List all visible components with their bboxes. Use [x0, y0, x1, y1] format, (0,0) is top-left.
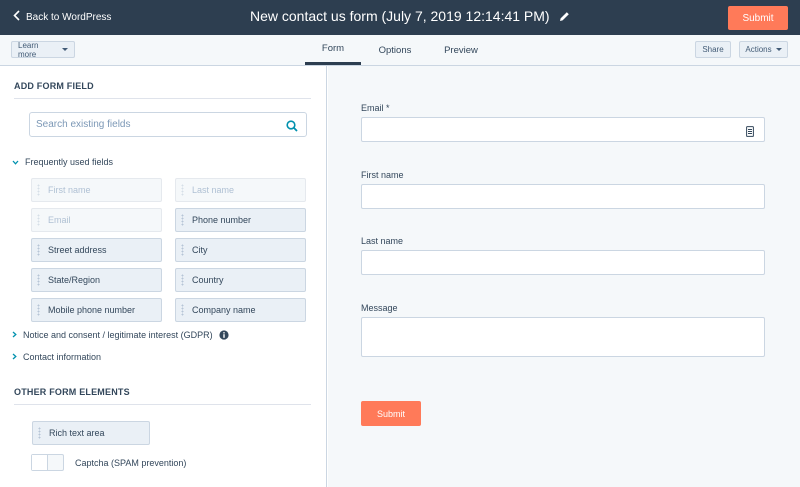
frequently-used-fields-toggle[interactable]: Frequently used fields	[12, 157, 113, 167]
info-icon[interactable]	[218, 330, 229, 340]
field-country[interactable]: Country	[175, 268, 306, 292]
message-field[interactable]	[361, 317, 765, 357]
field-city[interactable]: City	[175, 238, 306, 262]
captcha-toggle[interactable]	[31, 454, 64, 471]
tab-form-label: Form	[321, 43, 345, 54]
drag-handle-icon	[37, 244, 40, 256]
caret-down-icon	[62, 48, 68, 51]
field-label: Company name	[192, 305, 256, 315]
drag-handle-icon	[181, 304, 184, 316]
drag-handle-icon	[37, 214, 40, 226]
learn-more-label: Learn more	[18, 40, 39, 59]
field-phone-number[interactable]: Phone number	[175, 208, 306, 232]
tab-options[interactable]: Options	[366, 35, 424, 65]
field-last-name: Last name	[175, 178, 306, 202]
drag-handle-icon	[38, 427, 41, 439]
search-field-box	[29, 112, 307, 137]
first-name-label: First name	[361, 170, 404, 180]
toggle-knob	[32, 455, 48, 470]
drag-handle-icon	[181, 244, 184, 256]
contact-card-icon	[746, 124, 754, 142]
gdpr-group-toggle[interactable]: Notice and consent / legitimate interest…	[12, 330, 229, 340]
other-form-elements-heading: OTHER FORM ELEMENTS	[14, 387, 311, 405]
tab-preview-label: Preview	[444, 44, 478, 56]
frequent-group-label: Frequently used fields	[25, 157, 114, 167]
top-bar: Back to WordPress New contact us form (J…	[0, 0, 800, 35]
last-name-label: Last name	[361, 236, 404, 246]
search-icon[interactable]	[286, 119, 298, 137]
contact-group-label: Contact information	[23, 352, 102, 362]
form-title: New contact us form (July 7, 2019 12:14:…	[250, 8, 550, 24]
field-label: Mobile phone number	[48, 305, 136, 315]
toolbar: Learn more Form Options Preview Share Ac…	[0, 35, 800, 66]
caret-down-icon	[775, 48, 782, 51]
field-email: Email	[31, 208, 162, 232]
form-submit-button[interactable]: Submit	[361, 401, 421, 426]
field-company-name[interactable]: Company name	[175, 298, 306, 322]
drag-handle-icon	[181, 274, 184, 286]
chevron-down-icon	[12, 157, 19, 167]
rich-text-area-element[interactable]: Rich text area	[32, 421, 150, 445]
drag-handle-icon	[37, 184, 40, 196]
actions-button[interactable]: Actions	[739, 41, 788, 58]
chevron-right-icon	[12, 352, 17, 362]
chevron-right-icon	[12, 330, 17, 340]
field-first-name: First name	[31, 178, 162, 202]
field-label: Phone number	[192, 215, 252, 225]
tab-form[interactable]: Form	[305, 35, 361, 65]
tab-options-label: Options	[378, 44, 412, 56]
message-label: Message	[361, 303, 398, 313]
back-to-wordpress-link[interactable]: Back to WordPress	[13, 10, 111, 24]
field-label: State/Region	[48, 275, 101, 285]
field-label: City	[192, 245, 208, 255]
drag-handle-icon	[37, 274, 40, 286]
chevron-left-icon	[13, 10, 26, 24]
email-field[interactable]	[361, 117, 765, 142]
share-label: Share	[702, 45, 724, 54]
last-name-field[interactable]	[361, 250, 765, 275]
captcha-label: Captcha (SPAM prevention)	[75, 458, 187, 468]
field-label: Street address	[48, 245, 107, 255]
page-title: New contact us form (July 7, 2019 12:14:…	[250, 8, 570, 24]
submit-button[interactable]: Submit	[728, 6, 788, 30]
field-label: First name	[48, 185, 91, 195]
actions-label: Actions	[745, 45, 772, 54]
field-label: Rich text area	[49, 428, 105, 438]
field-label: Email	[48, 215, 71, 225]
add-form-field-heading: ADD FORM FIELD	[14, 81, 311, 99]
field-street-address[interactable]: Street address	[31, 238, 162, 262]
drag-handle-icon	[181, 214, 184, 226]
tab-preview[interactable]: Preview	[432, 35, 490, 65]
field-state-region[interactable]: State/Region	[31, 268, 162, 292]
share-button[interactable]: Share	[695, 41, 731, 58]
search-input[interactable]	[30, 113, 280, 136]
drag-handle-icon	[181, 184, 184, 196]
email-label: Email *	[361, 103, 390, 113]
add-field-panel: ADD FORM FIELD Frequently used fields Fi…	[0, 66, 327, 487]
back-label: Back to WordPress	[26, 11, 112, 23]
form-preview: Email * First name Last name Message Sub…	[328, 66, 800, 487]
learn-more-button[interactable]: Learn more	[11, 40, 75, 59]
drag-handle-icon	[37, 304, 40, 316]
first-name-field[interactable]	[361, 184, 765, 209]
field-label: Last name	[192, 185, 235, 195]
field-mobile-phone-number[interactable]: Mobile phone number	[31, 298, 162, 322]
contact-information-toggle[interactable]: Contact information	[12, 352, 101, 362]
pencil-icon[interactable]	[559, 11, 570, 22]
gdpr-group-label: Notice and consent / legitimate interest…	[23, 330, 213, 340]
field-label: Country	[192, 275, 224, 285]
